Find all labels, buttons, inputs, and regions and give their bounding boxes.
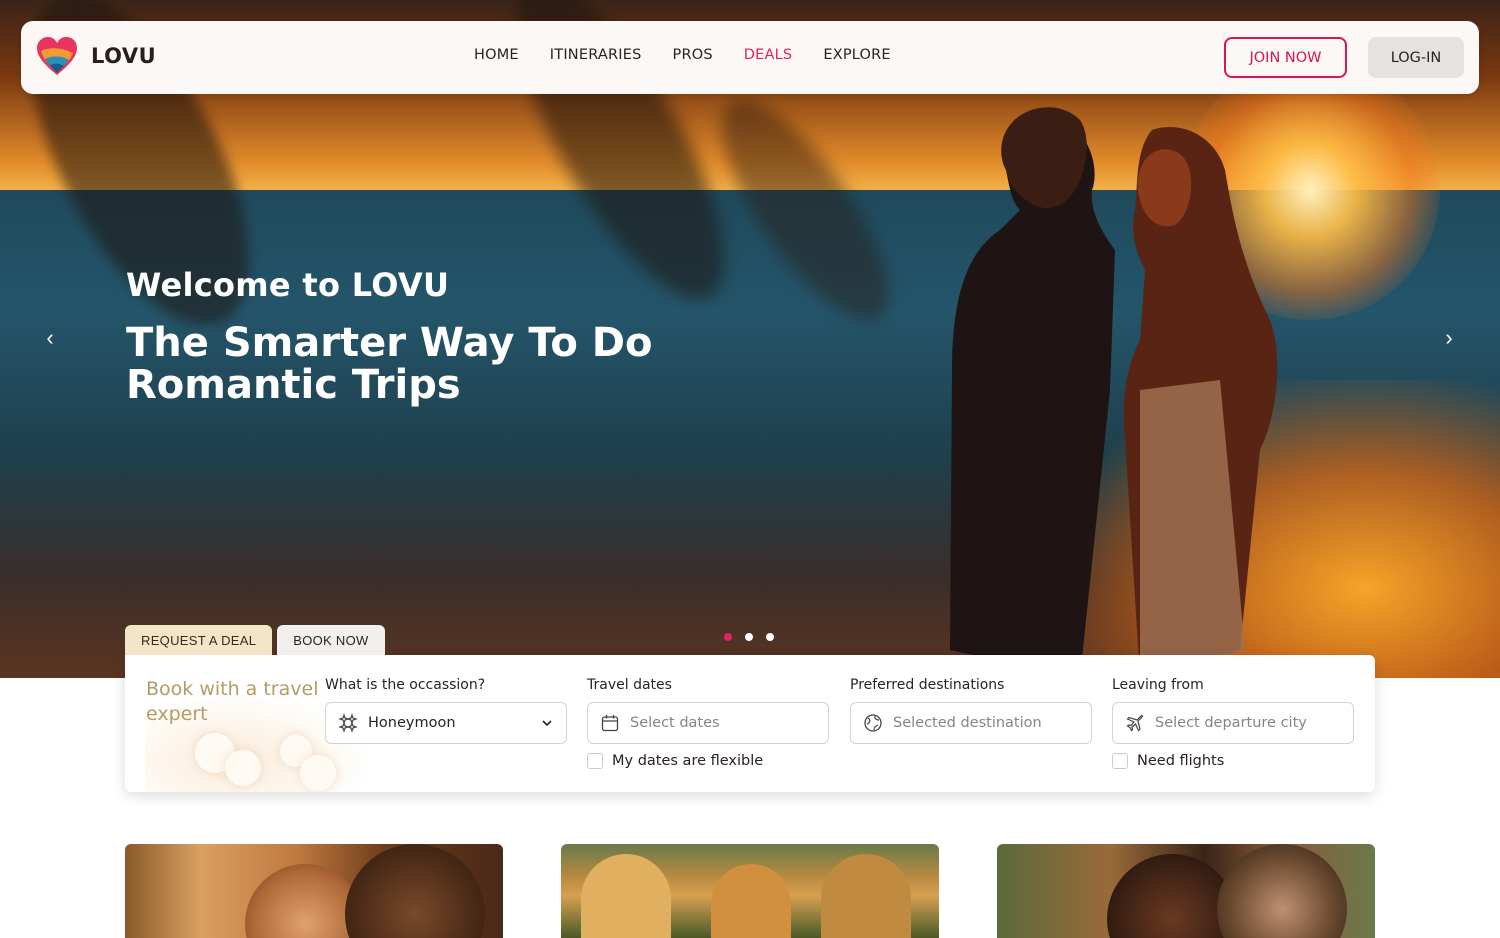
leaving-from-field: Leaving from Select departure city Need … xyxy=(1112,677,1354,769)
nav-link-pros[interactable]: PROS xyxy=(673,47,713,63)
travel-dates-label: Travel dates xyxy=(587,677,672,693)
booking-brand-title: Book with a travel expert xyxy=(146,678,319,725)
carousel-dot[interactable] xyxy=(745,633,753,641)
heart-logo-icon xyxy=(37,37,77,75)
checkbox[interactable] xyxy=(1112,753,1128,769)
trip-card-resort[interactable] xyxy=(561,844,939,938)
trip-card-couple[interactable] xyxy=(125,844,503,938)
nav-link-deals[interactable]: DEALS xyxy=(744,47,793,63)
destinations-field: Preferred destinations Selected destinat… xyxy=(850,677,1092,744)
flexible-dates-label: My dates are flexible xyxy=(612,753,764,769)
plane-icon xyxy=(1125,713,1145,733)
departure-city-placeholder: Select departure city xyxy=(1155,715,1307,731)
card-image-face xyxy=(1217,844,1347,938)
occasion-field: What is the occassion? Honeymoon xyxy=(325,677,567,744)
occasion-label: What is the occassion? xyxy=(325,677,486,693)
couple-silhouette xyxy=(950,107,1278,678)
hero-welcome: Welcome to LOVU xyxy=(126,266,450,304)
logo-text: LOVU xyxy=(91,44,157,68)
card-image-arch xyxy=(821,854,911,938)
calendar-icon xyxy=(600,713,620,733)
travel-dates-placeholder: Select dates xyxy=(630,715,720,731)
carousel-dot[interactable] xyxy=(724,633,732,641)
card-image-face xyxy=(345,844,485,938)
need-flights-label: Need flights xyxy=(1137,753,1225,769)
chevron-down-icon xyxy=(540,716,554,730)
flower-petal xyxy=(225,750,261,786)
nav-link-itineraries[interactable]: ITINERARIES xyxy=(550,47,642,63)
globe-icon xyxy=(863,713,883,733)
nav-link-home[interactable]: HOME xyxy=(474,47,519,63)
tab-request-deal[interactable]: REQUEST A DEAL xyxy=(125,625,273,655)
carousel-dot[interactable] xyxy=(766,633,774,641)
carousel-dots xyxy=(724,633,774,641)
top-navbar: LOVU HOME ITINERARIES PROS DEALS EXPLORE… xyxy=(21,21,1479,94)
sparkle-icon xyxy=(338,713,358,733)
destinations-label: Preferred destinations xyxy=(850,677,1005,693)
booking-panel: Book with a travel expert What is the oc… xyxy=(125,655,1375,792)
card-image-arch xyxy=(711,864,791,938)
leaving-from-label: Leaving from xyxy=(1112,677,1204,693)
login-button[interactable]: LOG-IN xyxy=(1368,37,1464,78)
occasion-select[interactable]: Honeymoon xyxy=(325,702,567,744)
destinations-placeholder: Selected destination xyxy=(893,715,1042,731)
hero-text-block: Welcome to LOVU The Smarter Way To Do Ro… xyxy=(126,266,686,406)
hero-banner: Welcome to LOVU The Smarter Way To Do Ro… xyxy=(0,0,1500,678)
chevron-right-icon[interactable]: › xyxy=(1437,326,1461,350)
card-image-arch xyxy=(581,854,671,938)
departure-city-input[interactable]: Select departure city xyxy=(1112,702,1354,744)
destinations-select[interactable]: Selected destination xyxy=(850,702,1092,744)
tab-book-now[interactable]: BOOK NOW xyxy=(277,625,385,655)
travel-dates-field: Travel dates Select dates My dates are f… xyxy=(587,677,829,769)
booking-tabs: REQUEST A DEAL BOOK NOW xyxy=(125,625,385,655)
logo[interactable]: LOVU xyxy=(35,35,156,77)
trip-card-smiling-couple[interactable] xyxy=(997,844,1375,938)
flower-petal xyxy=(300,755,336,791)
travel-dates-input[interactable]: Select dates xyxy=(587,702,829,744)
main-nav: HOME ITINERARIES PROS DEALS EXPLORE xyxy=(474,47,922,63)
checkbox[interactable] xyxy=(587,753,603,769)
join-now-button[interactable]: JOIN NOW xyxy=(1224,37,1347,78)
hero-headline: The Smarter Way To Do Romantic Trips xyxy=(126,320,653,408)
occasion-value: Honeymoon xyxy=(368,715,456,731)
chevron-left-icon[interactable]: ‹ xyxy=(38,326,62,350)
flexible-dates-checkbox[interactable]: My dates are flexible xyxy=(587,753,829,769)
need-flights-checkbox[interactable]: Need flights xyxy=(1112,753,1354,769)
nav-link-explore[interactable]: EXPLORE xyxy=(823,47,890,63)
